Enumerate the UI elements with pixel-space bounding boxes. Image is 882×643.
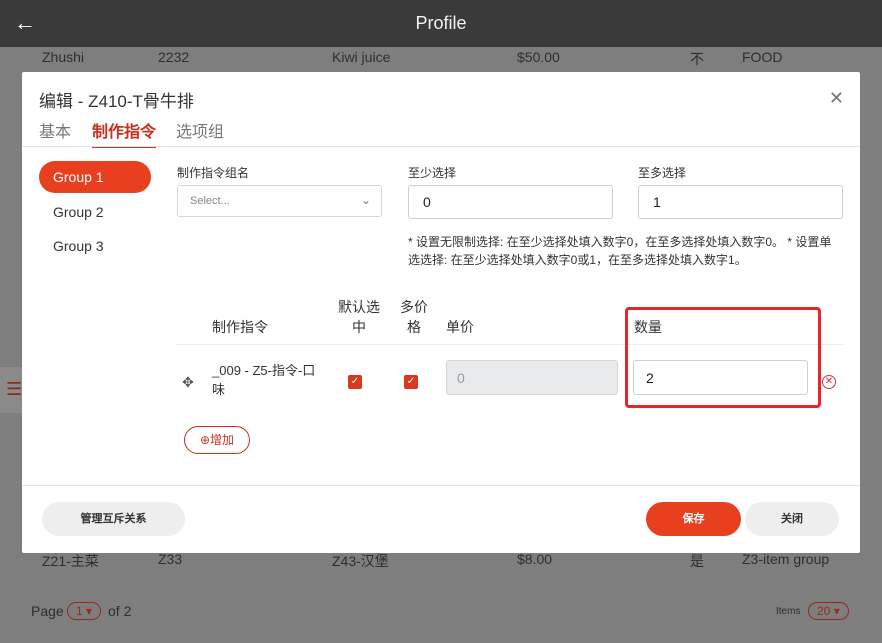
group-item-1[interactable]: Group 1	[39, 161, 151, 193]
col-default-line2: 中	[352, 319, 366, 335]
divider	[22, 485, 860, 486]
cell: 2232	[158, 49, 190, 65]
divider	[22, 146, 860, 147]
tab-option-groups[interactable]: 选项组	[176, 118, 224, 142]
table-row: Zhushi 2232 Kiwi juice $50.00 不 FOOD	[0, 47, 882, 71]
items-label: Items	[776, 606, 801, 617]
select-placeholder: Select...	[190, 195, 230, 207]
plus-circle-icon: ⊕	[199, 433, 211, 447]
cell: Z21-主菜	[42, 553, 99, 569]
app-bar: ← Profile	[0, 0, 882, 47]
col-multi-price: 多价 格	[396, 297, 432, 337]
page-title: Profile	[415, 13, 467, 33]
side-menu-toggle[interactable]: ☰	[0, 367, 22, 413]
pagination: Page 1 ▾ of 2 Items 20 ▾	[0, 585, 882, 643]
cell: $50.00	[517, 49, 560, 65]
cell: Z3-item group	[742, 551, 830, 567]
group-item-3[interactable]: Group 3	[39, 230, 151, 262]
save-button[interactable]: 保存	[646, 502, 741, 536]
caret-down-icon: ▾	[86, 604, 93, 618]
unit-price-input[interactable]: 0	[446, 360, 618, 395]
default-selected-checkbox[interactable]: ✓	[348, 375, 362, 389]
cell: Z43-汉堡	[332, 553, 389, 569]
page-select[interactable]: 1 ▾	[67, 602, 102, 620]
items-value: 20	[817, 604, 831, 618]
group-item-2[interactable]: Group 2	[39, 196, 151, 228]
tab-basic[interactable]: 基本	[39, 118, 71, 142]
cell: FOOD	[742, 49, 783, 65]
caret-down-icon: ▾	[833, 604, 840, 618]
min-select-input[interactable]: 0	[408, 185, 613, 219]
cell: $8.00	[517, 551, 553, 567]
group-name-label: 制作指令组名	[177, 166, 250, 180]
menu-icon: ☰	[6, 379, 23, 399]
cell: Zhushi	[42, 49, 85, 65]
col-multi-line2: 格	[407, 319, 421, 335]
col-default-line1: 默认选	[338, 299, 380, 315]
tab-instructions[interactable]: 制作指令	[92, 118, 157, 148]
close-button[interactable]: 关闭	[745, 502, 839, 536]
items-select[interactable]: 20 ▾	[808, 602, 849, 620]
add-instruction-button[interactable]: ⊕增加	[184, 426, 250, 454]
col-price: 单价	[446, 319, 474, 335]
dialog-title: 编辑 - Z410-T骨牛排	[39, 92, 194, 111]
col-default: 默认选 中	[332, 297, 386, 337]
manage-mutex-button[interactable]: 管理互斥关系	[42, 502, 185, 536]
page-value: 1	[76, 604, 83, 618]
cell: Kiwi juice	[332, 49, 391, 65]
max-select-input[interactable]: 1	[638, 185, 843, 219]
remove-row-icon[interactable]: ✕	[822, 375, 836, 389]
cell: 不	[690, 51, 704, 67]
min-select-label: 至少选择	[408, 166, 457, 180]
selection-hint: * 设置无限制选择: 在至少选择处填入数字0，在至多选择处填入数字0。 * 设置…	[408, 235, 832, 267]
multi-price-checkbox[interactable]: ✓	[404, 375, 418, 389]
page-count: of 2	[108, 603, 132, 619]
chevron-down-icon: ⌄	[360, 193, 371, 207]
instruction-name: _009 - Z5-指令-口味	[212, 363, 316, 397]
quantity-highlight-box	[625, 307, 821, 408]
add-label: 增加	[210, 433, 235, 447]
col-instruction: 制作指令	[212, 319, 268, 335]
cell: 是	[690, 553, 704, 569]
max-select-label: 至多选择	[638, 166, 687, 180]
group-name-select[interactable]: Select... ⌄	[177, 185, 382, 217]
drag-handle-icon[interactable]: ✥	[182, 374, 194, 391]
close-icon[interactable]: ✕	[829, 88, 844, 109]
col-multi-line1: 多价	[400, 299, 428, 315]
cell: Z33	[158, 551, 183, 567]
page-label: Page	[31, 603, 64, 619]
edit-dialog: 编辑 - Z410-T骨牛排 ✕ 基本 制作指令 选项组 Group 1 Gro…	[22, 72, 860, 553]
